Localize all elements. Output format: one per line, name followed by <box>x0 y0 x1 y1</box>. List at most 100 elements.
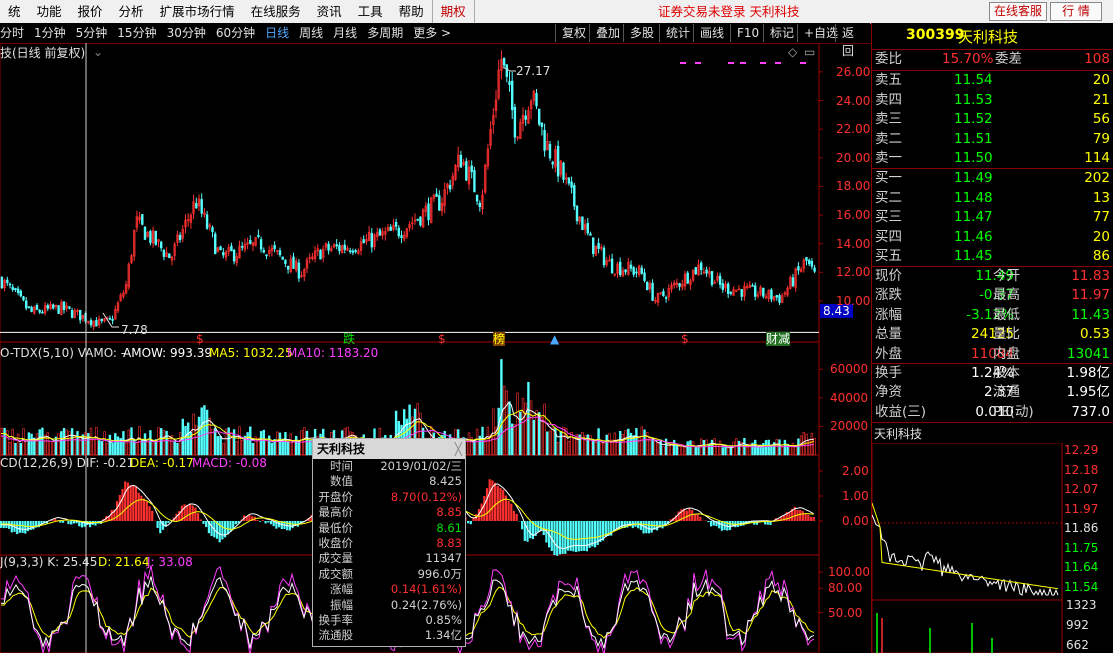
kdj-legend-name: J(9,3,3) K: 25.45 <box>0 555 98 569</box>
asks-row[interactable]: 卖二 11.51 79 <box>872 130 1113 149</box>
bids-label: 买二 <box>875 189 902 206</box>
candle-body <box>662 291 665 296</box>
tooltip-row: 换手率 0.85% <box>313 613 465 628</box>
asks-row[interactable]: 卖四 11.53 21 <box>872 91 1113 110</box>
stat-l2: 最低 <box>993 306 1020 323</box>
volume-bar <box>73 434 77 456</box>
bids-row[interactable]: 买五 11.45 86 <box>872 247 1113 266</box>
bids-row[interactable]: 买一 11.49 202 <box>872 169 1113 188</box>
candle-body <box>624 269 627 273</box>
stat-l1: 外盘 <box>875 345 902 362</box>
window-restore-icon[interactable]: ▭ <box>804 45 815 59</box>
tool-multi-stock[interactable]: 多股 <box>623 24 660 42</box>
event-mark-dividend[interactable]: $ <box>196 332 204 346</box>
menu-help[interactable]: 帮助 <box>391 0 432 23</box>
menu-news[interactable]: 资讯 <box>309 0 350 23</box>
tooltip-key: 换手率 <box>318 612 354 627</box>
bids-row[interactable]: 买四 11.46 20 <box>872 228 1113 247</box>
volume-bar <box>151 442 155 456</box>
tool-overlay[interactable]: 叠加 <box>589 24 626 42</box>
event-mark-limit-down[interactable]: 跌 <box>343 332 355 346</box>
menu-extended-market[interactable]: 扩展市场行情 <box>152 0 243 23</box>
event-mark-dividend[interactable]: $ <box>438 332 446 346</box>
candle-body <box>570 181 573 188</box>
candle-body <box>100 318 104 321</box>
bids-row[interactable]: 买三 11.47 77 <box>872 208 1113 227</box>
tooltip-value: 8.83 <box>436 535 462 550</box>
login-status[interactable]: 证券交易未登录 天利科技 <box>658 0 799 23</box>
period-tick[interactable]: 分时 <box>0 23 29 43</box>
menu-tools[interactable]: 工具 <box>350 0 391 23</box>
bids-volume: 202 <box>1084 170 1110 186</box>
menu-system[interactable]: 统 <box>0 0 29 23</box>
volume-bar <box>278 432 282 456</box>
volume-legend-ma10: MA10: 1183.20 <box>287 346 379 360</box>
chart-dropdown-icon[interactable]: ⌄ <box>93 45 103 59</box>
tool-stats[interactable]: 统计 <box>659 24 696 42</box>
candle-body <box>556 145 560 177</box>
candle-body <box>543 129 546 151</box>
menu-function[interactable]: 功能 <box>29 0 70 23</box>
stat-l2: 今开 <box>993 268 1020 284</box>
close-icon[interactable]: ╳ <box>455 439 462 459</box>
volume-bar <box>648 438 652 456</box>
bids-label: 买五 <box>875 248 902 264</box>
candle-body <box>770 289 773 300</box>
bids-row[interactable]: 买二 11.48 13 <box>872 189 1113 208</box>
kdj-legend-j: J: 33.08 <box>147 555 193 569</box>
menu-analysis[interactable]: 分析 <box>111 0 152 23</box>
period-daily[interactable]: 日线 <box>260 23 294 43</box>
period-5min[interactable]: 5分钟 <box>71 23 113 43</box>
volume-bar <box>672 439 676 456</box>
event-mark-arrow-icon[interactable]: ▲ <box>550 332 559 346</box>
candle-body <box>678 283 681 287</box>
volume-bar <box>3 427 6 456</box>
period-monthly[interactable]: 月线 <box>328 23 362 43</box>
period-multi[interactable]: 多周期 <box>362 23 408 43</box>
tooltip-key: 收盘价 <box>318 535 354 550</box>
period-15min[interactable]: 15分钟 <box>112 23 161 43</box>
candle-body <box>807 259 811 265</box>
menu-quote[interactable]: 报价 <box>70 0 111 23</box>
volume-bar <box>149 430 152 456</box>
online-service-button[interactable]: 在线客服 <box>989 2 1047 21</box>
menu-options[interactable]: 期权 <box>431 0 475 23</box>
period-1min[interactable]: 1分钟 <box>29 23 71 43</box>
weicha-label: 委差 <box>995 51 1022 67</box>
asks-label: 卖二 <box>875 130 902 147</box>
volume-bar <box>259 431 263 456</box>
tool-f10[interactable]: F10 <box>730 24 765 42</box>
tool-mark[interactable]: 标记 <box>763 24 800 42</box>
quote-button[interactable]: 行 情 <box>1050 2 1102 21</box>
event-mark-financial[interactable]: 财减 <box>766 332 791 346</box>
asks-price: 11.51 <box>954 130 993 147</box>
asks-row[interactable]: 卖五 11.54 20 <box>872 71 1113 90</box>
menu-online-service[interactable]: 在线服务 <box>243 0 309 23</box>
volume-bar <box>467 432 471 456</box>
tool-draw[interactable]: 画线 <box>693 24 730 42</box>
asks-row[interactable]: 卖一 11.50 114 <box>872 149 1113 168</box>
event-mark-ranking[interactable]: 榜 <box>493 332 506 346</box>
asks-row[interactable]: 卖三 11.52 56 <box>872 110 1113 129</box>
tooltip-header[interactable]: 天利科技 ╳ <box>313 439 465 459</box>
volume-bar <box>70 428 74 456</box>
period-60min[interactable]: 60分钟 <box>211 23 260 43</box>
tool-back[interactable]: 返回 <box>835 24 870 58</box>
period-weekly[interactable]: 周线 <box>294 23 328 43</box>
volume-bar <box>92 439 95 456</box>
volume-bar <box>543 403 546 456</box>
period-30min[interactable]: 30分钟 <box>162 23 211 43</box>
period-more[interactable]: 更多 > <box>408 23 456 43</box>
candle-body <box>362 239 365 244</box>
diamond-icon[interactable]: ◇ <box>788 45 797 59</box>
tooltip-row: 数值 8.425 <box>313 474 465 489</box>
volume-bar <box>678 446 681 456</box>
volume-bar <box>162 430 166 456</box>
volume-bar <box>473 440 476 456</box>
volume-bar <box>200 407 203 456</box>
volume-bar <box>49 440 52 456</box>
volume-bar <box>783 439 787 456</box>
tool-adjust[interactable]: 复权 <box>555 24 592 42</box>
candle-body <box>508 81 511 85</box>
event-mark-dividend[interactable]: $ <box>681 332 689 346</box>
